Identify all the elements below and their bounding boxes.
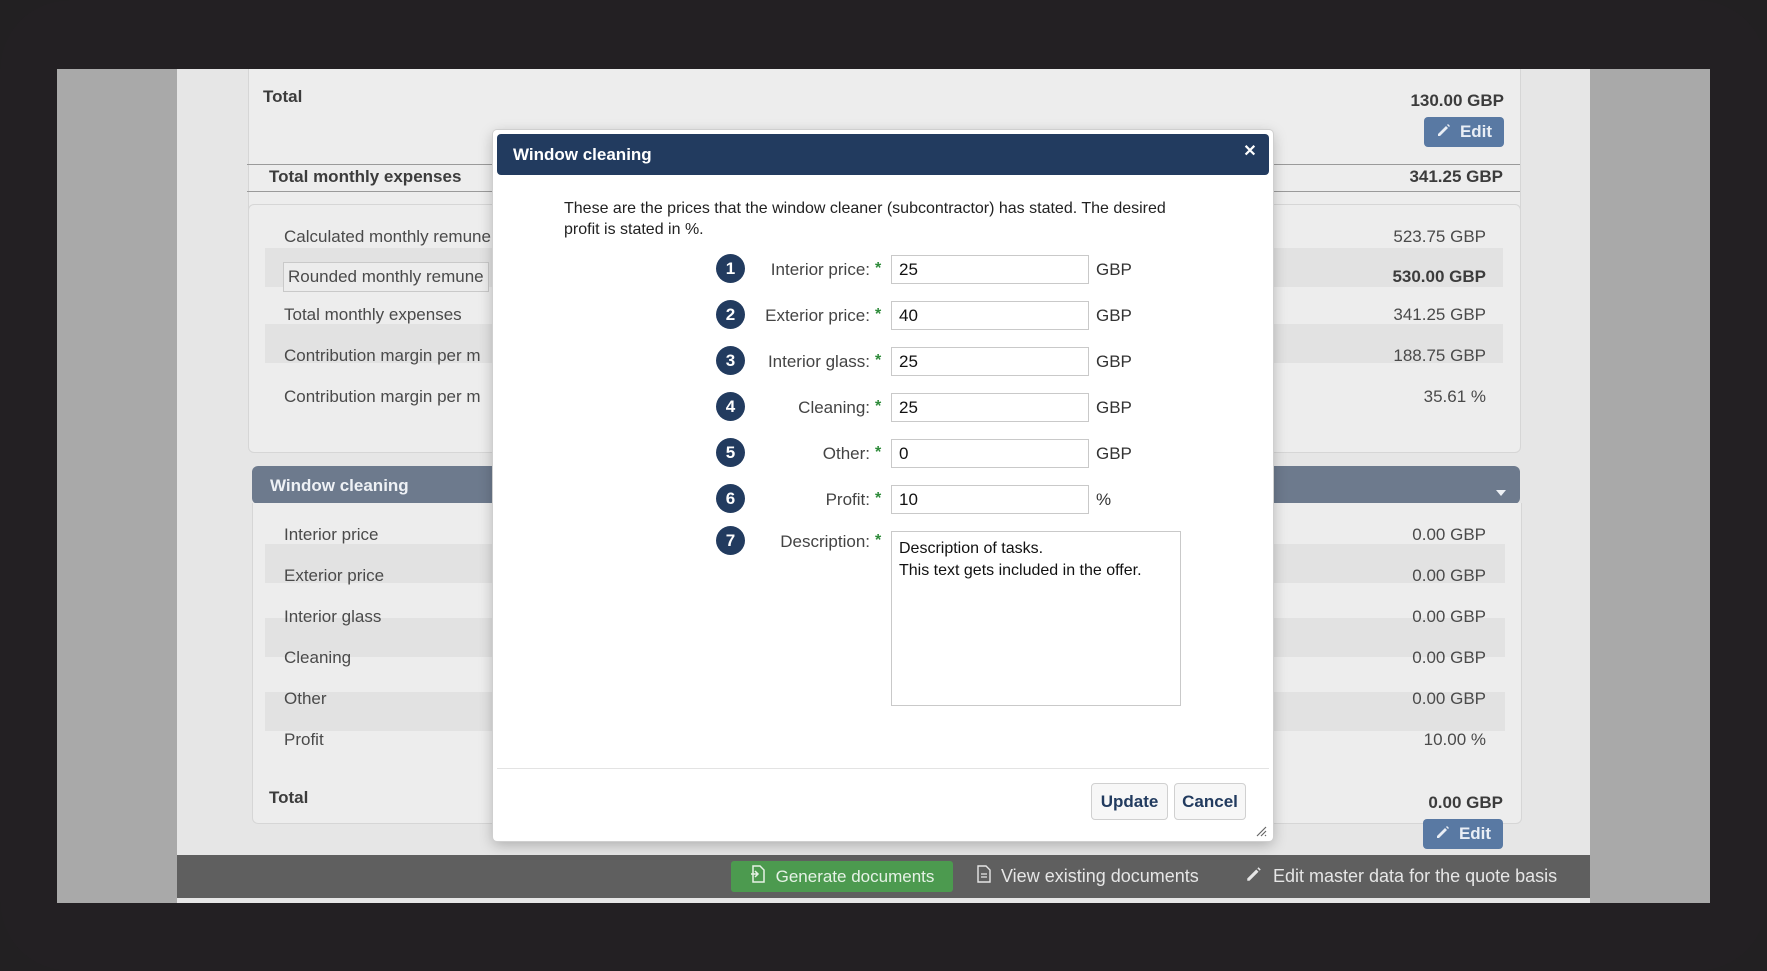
- field-unit: GBP: [1096, 444, 1132, 463]
- window-cleaning-dialog: Window cleaning ✕ These are the prices t…: [493, 130, 1273, 841]
- required-mark: *: [875, 398, 882, 415]
- step-number-7: 7: [716, 526, 745, 555]
- screen: Total 130.00 GBP Edit Total monthly expe…: [57, 69, 1710, 903]
- field-label: Profit:: [825, 490, 870, 509]
- field-input[interactable]: [891, 347, 1089, 376]
- device-frame: Total 130.00 GBP Edit Total monthly expe…: [0, 0, 1767, 971]
- field-input[interactable]: [891, 485, 1089, 514]
- description-textarea[interactable]: [891, 531, 1181, 706]
- step-number-3: 3: [716, 346, 745, 375]
- field-unit: %: [1096, 490, 1112, 509]
- field-unit: GBP: [1096, 398, 1132, 417]
- field-input[interactable]: [891, 393, 1089, 422]
- field-input[interactable]: [891, 255, 1089, 284]
- field-label: Exterior price:: [765, 306, 870, 325]
- field-unit: GBP: [1096, 260, 1132, 279]
- required-mark: *: [875, 352, 882, 369]
- update-button[interactable]: Update: [1091, 783, 1168, 820]
- step-number-1: 1: [716, 254, 745, 283]
- required-mark: *: [875, 532, 882, 549]
- field-label: Interior price:: [770, 260, 870, 279]
- field-input[interactable]: [891, 301, 1089, 330]
- dialog-header: Window cleaning ✕: [497, 134, 1269, 175]
- dialog-intro-text: These are the prices that the window cle…: [564, 200, 1166, 238]
- field-input[interactable]: [891, 439, 1089, 468]
- close-icon[interactable]: ✕: [1241, 143, 1259, 161]
- required-mark: *: [875, 306, 882, 323]
- field-unit: GBP: [1096, 352, 1132, 371]
- step-number-2: 2: [716, 300, 745, 329]
- field-unit: GBP: [1096, 306, 1132, 325]
- step-number-5: 5: [716, 438, 745, 467]
- dialog-title: Window cleaning: [513, 145, 652, 164]
- field-label: Cleaning:: [798, 398, 870, 417]
- resize-handle-icon[interactable]: [1255, 825, 1267, 837]
- dialog-footer-divider: [497, 768, 1269, 769]
- required-mark: *: [875, 444, 882, 461]
- step-number-6: 6: [716, 484, 745, 513]
- required-mark: *: [875, 260, 882, 277]
- description-label: Description:: [780, 532, 870, 551]
- step-number-4: 4: [716, 392, 745, 421]
- field-label: Other:: [822, 444, 870, 463]
- required-mark: *: [875, 490, 882, 507]
- cancel-button[interactable]: Cancel: [1174, 783, 1246, 820]
- field-label: Interior glass:: [767, 352, 870, 371]
